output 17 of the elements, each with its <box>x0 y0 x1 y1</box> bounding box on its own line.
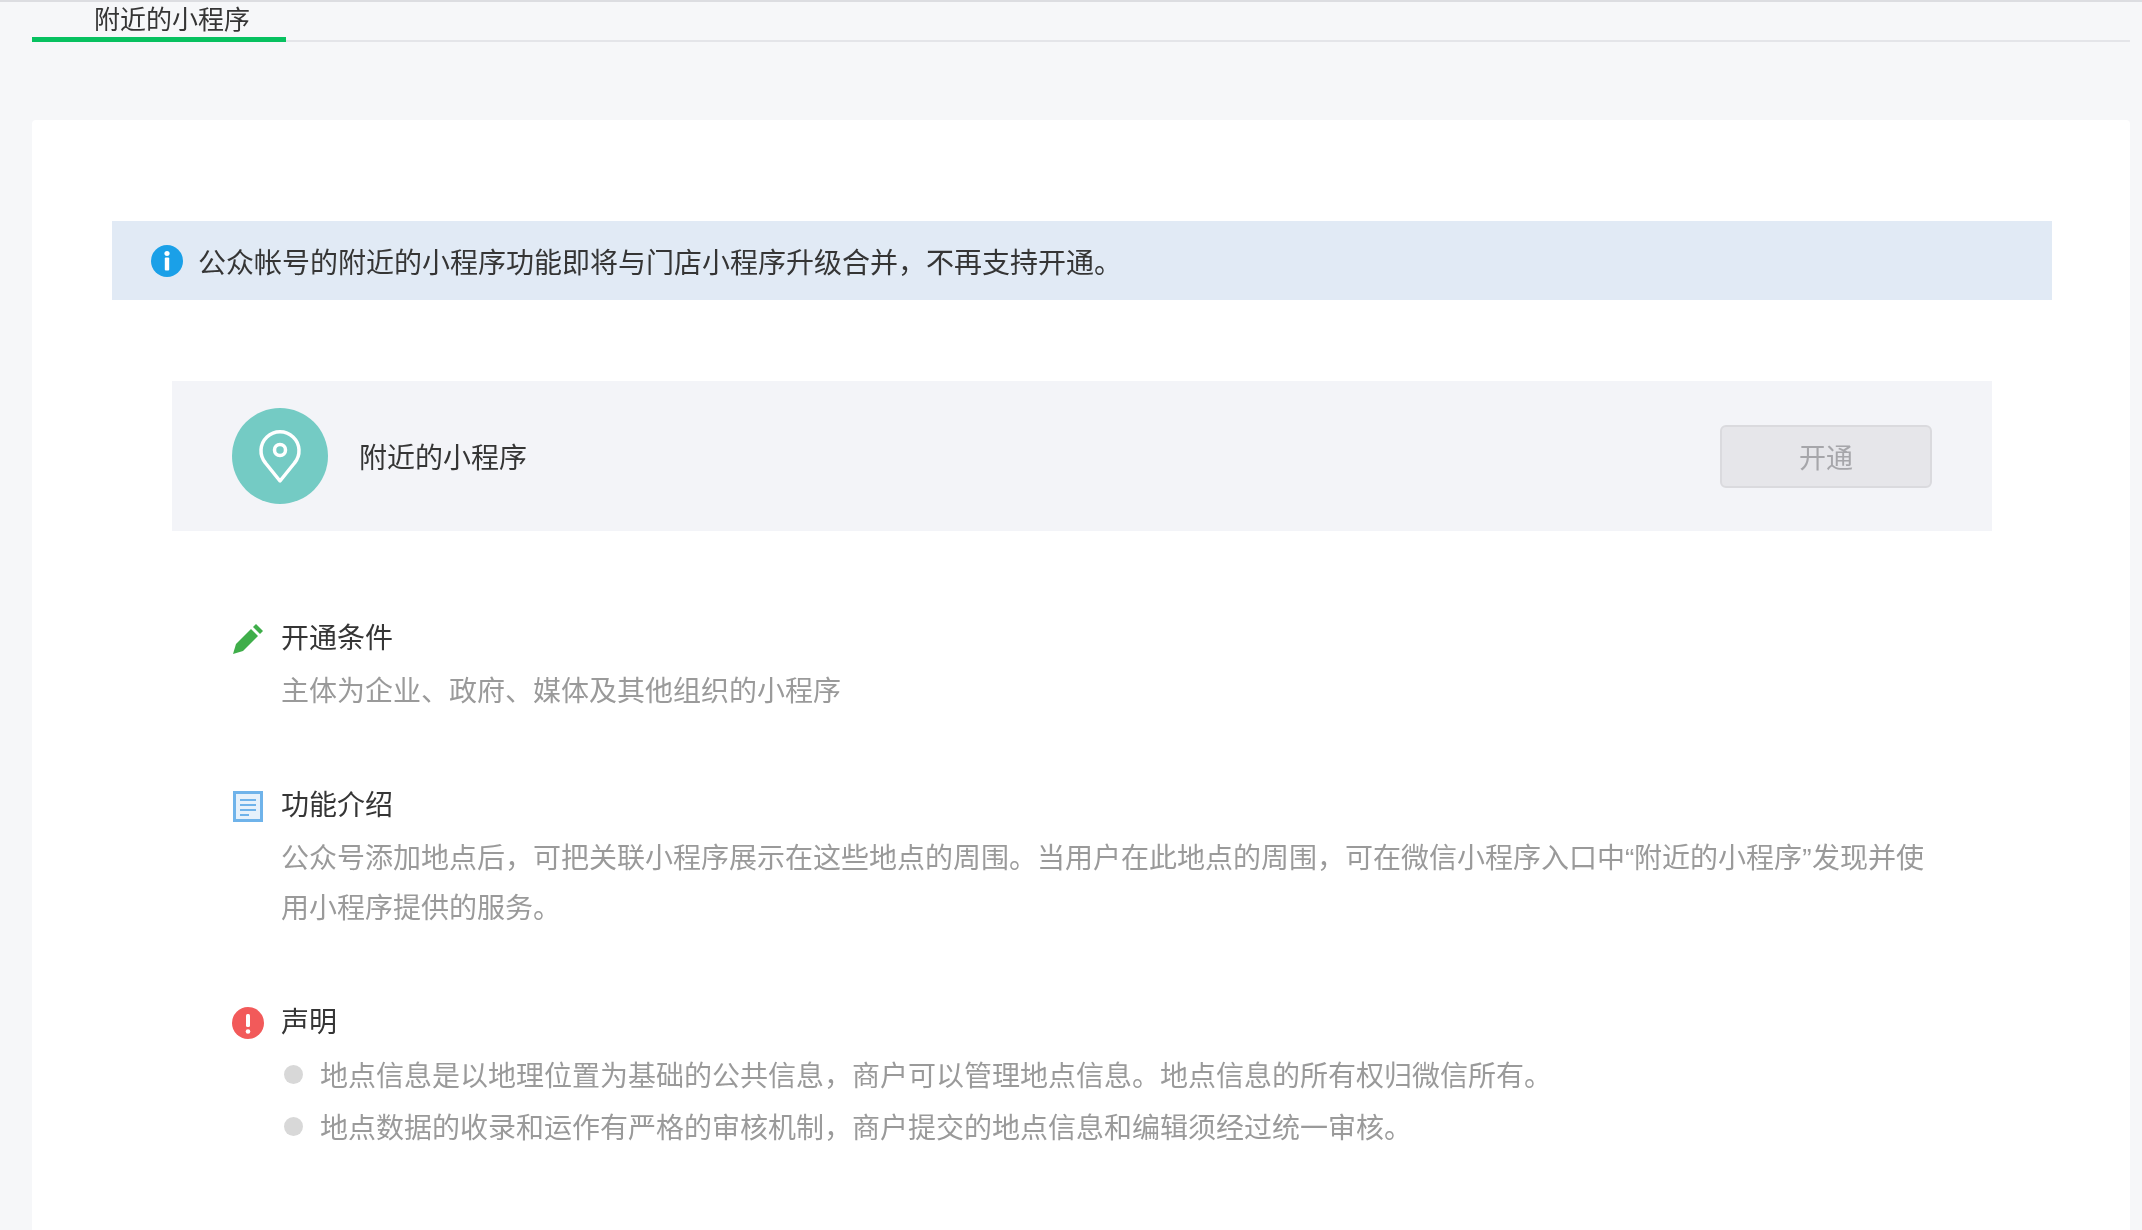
section-text: 公众号添加地点后，可把关联小程序展示在这些地点的周围。当用户在此地点的周围，可在微信小程序入口中“附近的小程序”发现并使用小程序提供的服务。 <box>281 842 1925 926</box>
tab[interactable]: 附近的小程序 <box>32 2 286 42</box>
section-title: 开通条件 <box>281 622 393 656</box>
list-item-text: 地点数据的收录和运作有严格的审核机制，商户提交的地点信息和编辑须经过统一审核。 <box>320 1112 1412 1146</box>
list-item-text: 地点信息是以地理位置为基础的公共信息，商户可以管理地点信息。地点信息的所有权归微信所有。 <box>320 1060 1552 1094</box>
location-pin-icon <box>232 408 328 504</box>
document-icon <box>233 790 263 822</box>
section-text: 主体为企业、政府、媒体及其他组织的小程序 <box>281 675 841 709</box>
bullet-dot-icon <box>284 1064 303 1084</box>
notice-text: 公众帐号的附近的小程序功能即将与门店小程序升级合并，不再支持开通。 <box>198 246 1122 281</box>
pencil-icon <box>232 623 264 655</box>
section-title: 功能介绍 <box>281 789 393 823</box>
feature-title: 附近的小程序 <box>359 442 527 476</box>
info-icon <box>151 244 183 277</box>
section-title: 声明 <box>281 1006 337 1040</box>
bullet-dot-icon <box>284 1116 303 1136</box>
alert-icon <box>232 1007 264 1039</box>
